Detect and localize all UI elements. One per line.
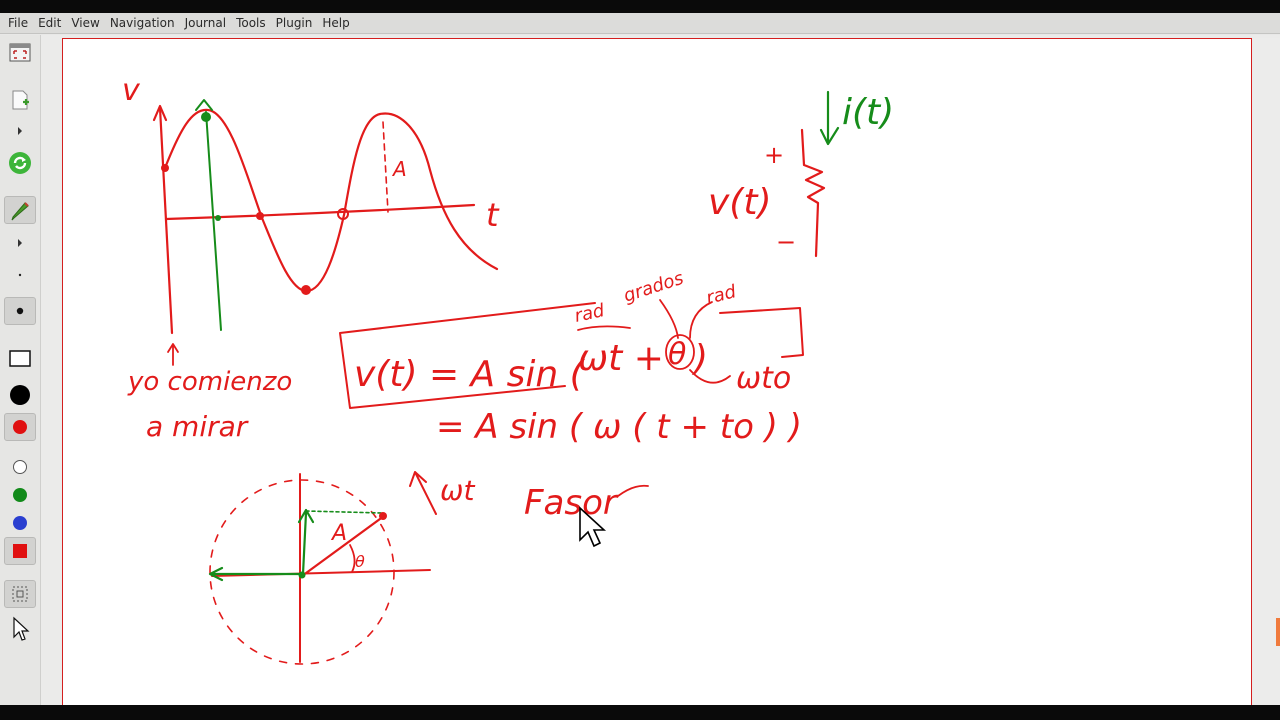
equation-close-paren: ) [691,338,708,379]
note-a-mirar: a mirar [146,410,249,443]
phasor-theta-label: θ [355,552,365,571]
t-axis-label: t [486,196,500,234]
plus-sign: + [764,141,784,169]
voltage-label: v(t) [708,182,772,223]
phasor-projection-x [208,566,304,582]
v-axis-line [158,106,174,335]
fasor-label: Fasor [524,483,619,523]
note-grados: grados [621,268,686,307]
bottom-panel [0,705,1280,720]
current-label: i(t) [842,92,894,133]
omega-t-label: ωt [440,474,475,507]
start-arrow [167,343,179,366]
wave-points [161,112,387,579]
observer-line [205,111,222,331]
observer-arrow [195,99,213,111]
note-yo-comienzo: yo comienzo [127,367,292,397]
equation-line-2: = A sin ( ω ( t + to ) ) [436,407,802,447]
note-rad-right: rad [704,281,739,309]
equation-theta: θ [668,337,686,372]
amplitude-dashed [382,121,389,213]
phasor-dotted-top [305,510,383,514]
fasor-underline [617,484,649,497]
grados-pointer [659,299,679,339]
sine-wave [163,108,499,293]
rotation-arrow [409,471,437,515]
minus-sign: − [776,228,796,256]
amplitude-label: A [391,157,407,181]
phasor-projection-y [297,508,315,576]
current-arrowhead [819,126,840,146]
equation-omega-to: ωto [736,361,791,396]
equation-lhs: v(t) = A sin ( [354,354,586,395]
resistor-symbol [800,128,826,258]
handwriting-layer: v t A + − v(t) yo comienzo a mirar rad g… [122,73,894,665]
rad-brace [577,325,631,331]
phasor-angle-arc [349,544,356,573]
phasor-amplitude-label: A [330,521,347,546]
equation-omega-t: ωt + [578,338,664,379]
v-axis-label: v [122,73,141,108]
